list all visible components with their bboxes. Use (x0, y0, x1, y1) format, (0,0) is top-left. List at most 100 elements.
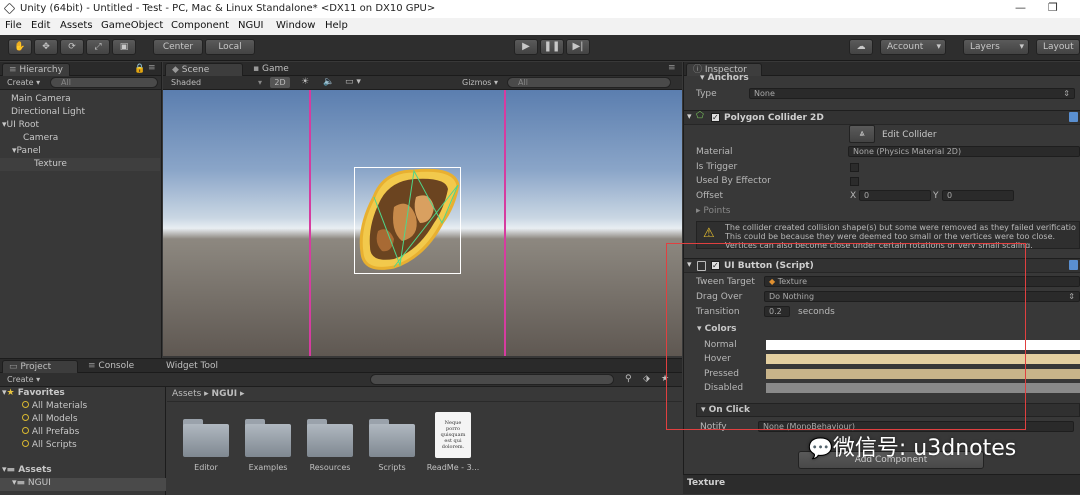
menu-help[interactable]: Help (325, 20, 348, 31)
favorites-header[interactable]: ▾★ Favorites (2, 388, 65, 398)
menu-assets[interactable]: Assets (60, 20, 93, 31)
anchors-foldout[interactable]: ▾ Anchors (700, 73, 749, 83)
hierarchy-item-panel[interactable]: ▾Panel (0, 145, 160, 158)
hierarchy-item-ui-root[interactable]: ▾UI Root (0, 119, 160, 132)
hierarchy-item-camera[interactable]: Camera (0, 132, 160, 145)
pivot-local-button[interactable]: Local (205, 39, 255, 55)
project-create-button[interactable]: Create ▾ (7, 375, 40, 384)
favorite-all-scripts[interactable]: All Scripts (22, 440, 77, 450)
hierarchy-panel: ≡ Hierarchy 🔒 ≡ Create ▾ All Main Camera… (0, 62, 162, 358)
audio-toggle-icon[interactable]: 🔈 (323, 77, 334, 87)
rect-tool-button[interactable]: ▣ (112, 39, 136, 55)
project-tree: ▾★ Favorites All Materials All Models Al… (0, 387, 166, 495)
panel-menu-icon[interactable]: ≡ (668, 63, 676, 73)
tab-widget-tool[interactable]: Widget Tool (160, 360, 224, 373)
offset-label: Offset (696, 191, 724, 201)
is-trigger-label: Is Trigger (696, 162, 738, 172)
hand-tool-button[interactable]: ✋ (8, 39, 32, 55)
menu-window[interactable]: Window (276, 20, 315, 31)
tab-hierarchy[interactable]: ≡ Hierarchy (2, 63, 70, 76)
play-button[interactable]: ▶ (514, 39, 538, 55)
folder-label-scripts: Scripts (378, 463, 406, 472)
rotate-tool-button[interactable]: ⟳ (60, 39, 84, 55)
type-label: Type (696, 89, 717, 99)
main-toolbar: ✋ ✥ ⟳ ⤢ ▣ Center Local ▶ ❚❚ ▶| ☁ Account… (0, 35, 1080, 61)
hierarchy-search-input[interactable]: All (50, 77, 158, 88)
warning-line-1: The collider created collision shape(s) … (725, 223, 1076, 232)
assets-root[interactable]: ▾▬ Assets (2, 465, 52, 475)
tab-console[interactable]: ≡ Console (82, 360, 140, 373)
edit-collider-button[interactable]: ⩓ (849, 125, 875, 143)
anchors-type-row: Type None ⇕ (684, 88, 1080, 102)
layers-dropdown[interactable]: Layers ▾ (963, 39, 1029, 55)
folder-editor-icon[interactable] (183, 419, 229, 457)
light-toggle-icon[interactable]: ☀ (301, 77, 309, 87)
scale-tool-button[interactable]: ⤢ (86, 39, 110, 55)
shading-mode-dropdown[interactable]: Shaded (171, 78, 201, 87)
hierarchy-item-directional-light[interactable]: Directional Light (0, 106, 160, 119)
favorite-all-models[interactable]: All Models (22, 414, 78, 424)
menu-component[interactable]: Component (171, 20, 229, 31)
2d-mode-toggle[interactable]: 2D (270, 77, 290, 88)
hierarchy-item-main-camera[interactable]: Main Camera (0, 93, 160, 106)
unity-logo-icon (3, 2, 16, 15)
folder-resources-icon[interactable] (307, 419, 353, 457)
menu-ngui[interactable]: NGUI (238, 20, 264, 31)
layout-dropdown[interactable]: Layout (1036, 39, 1080, 55)
folder-scripts-icon[interactable] (369, 419, 415, 457)
tab-project[interactable]: ▭ Project (2, 360, 78, 373)
account-dropdown[interactable]: Account ▾ (880, 39, 946, 55)
pause-button[interactable]: ❚❚ (540, 39, 564, 55)
help-book-icon[interactable] (1069, 260, 1078, 270)
anchor-type-dropdown[interactable]: None ⇕ (749, 88, 1075, 99)
offset-x-input[interactable]: 0 (859, 190, 931, 201)
warning-line-2: This could be because they were deemed t… (725, 232, 1056, 241)
project-search-input[interactable] (370, 374, 614, 385)
menu-edit[interactable]: Edit (31, 20, 50, 31)
folder-examples-icon[interactable] (245, 419, 291, 457)
menu-gameobject[interactable]: GameObject (101, 20, 163, 31)
used-by-effector-checkbox[interactable] (850, 177, 859, 186)
effects-toggle-icon[interactable]: ▭ ▾ (345, 77, 361, 87)
menu-bar: File Edit Assets GameObject Component NG… (0, 18, 1080, 35)
cloud-button[interactable]: ☁ (849, 39, 873, 55)
tab-game[interactable]: ▪ Game (247, 63, 295, 76)
texture-sprite[interactable] (354, 167, 461, 274)
points-foldout[interactable]: ▸ Points (696, 206, 730, 216)
material-row: Material None (Physics Material 2D) (684, 146, 1080, 160)
minimize-icon[interactable]: — (1015, 1, 1026, 14)
move-tool-button[interactable]: ✥ (34, 39, 58, 55)
favorite-all-prefabs[interactable]: All Prefabs (22, 427, 79, 437)
readme-file-icon[interactable]: Neque porro quisquam est qui dolorem. (435, 412, 471, 458)
ngui-folder-item[interactable]: ▾▬ NGUI (0, 478, 166, 491)
material-label: Material (696, 147, 733, 157)
tab-scene[interactable]: ◆ Scene (165, 63, 243, 76)
material-field[interactable]: None (Physics Material 2D) (848, 146, 1080, 157)
step-button[interactable]: ▶| (566, 39, 590, 55)
is-trigger-checkbox[interactable] (850, 163, 859, 172)
pivot-center-button[interactable]: Center (153, 39, 203, 55)
filter-label-icon[interactable]: ⬗ (643, 374, 650, 384)
offset-y-input[interactable]: 0 (942, 190, 1014, 201)
menu-file[interactable]: File (5, 20, 22, 31)
folder-label-examples: Examples (248, 463, 288, 472)
project-panel: ▭ Project ≡ Console Widget Tool Create ▾… (0, 358, 682, 495)
scene-search-input[interactable]: All (507, 77, 671, 88)
watermark: 💬微信号: u3dnotes (808, 436, 1017, 461)
restore-icon[interactable]: ❐ (1048, 1, 1058, 14)
gizmos-dropdown[interactable]: Gizmos ▾ (462, 78, 498, 87)
polygon-collider-header[interactable]: ▾ ⬠ ✓ Polygon Collider 2D (684, 110, 1080, 125)
used-by-effector-row: Used By Effector (684, 175, 1080, 189)
panel-menu-icon[interactable]: ≡ (148, 63, 156, 73)
hierarchy-item-texture[interactable]: Texture (0, 158, 160, 171)
hierarchy-create-button[interactable]: Create ▾ (7, 78, 40, 87)
scene-viewport[interactable] (163, 90, 682, 356)
favorite-all-materials[interactable]: All Materials (22, 401, 87, 411)
help-book-icon[interactable] (1069, 112, 1078, 122)
filter-type-icon[interactable]: ⚲ (625, 374, 632, 384)
lock-icon[interactable]: 🔒 (134, 64, 145, 74)
polygon-collider-enabled-checkbox[interactable]: ✓ (711, 113, 720, 122)
search-icon (22, 440, 29, 447)
search-icon (22, 401, 29, 408)
window-title: Unity (64bit) - Untitled - Test - PC, Ma… (20, 3, 436, 14)
